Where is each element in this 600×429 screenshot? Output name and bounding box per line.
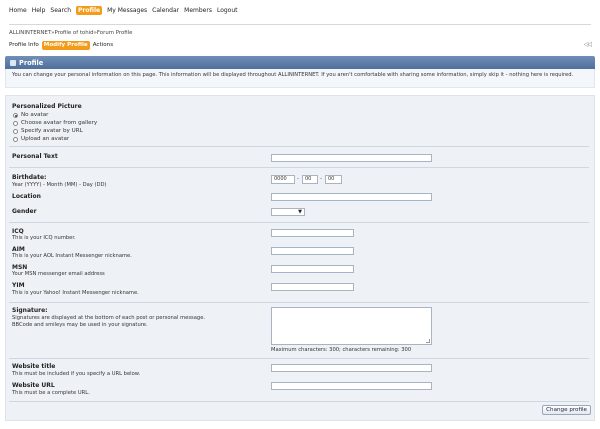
personal-text-label: Personal Text [12,153,58,160]
msn-label: MSN [12,264,28,271]
website-url-label: Website URL [12,382,55,389]
collapse-icon[interactable]: ◁◁ [584,41,592,48]
nav-search[interactable]: Search [50,6,71,15]
msn-input[interactable] [271,265,354,273]
birthdate-hint: Year (YYYY) - Month (MM) - Day (DD) [12,182,107,188]
divider [9,222,589,223]
avatar-option-label: No avatar [21,112,49,118]
aim-input[interactable] [271,247,354,255]
breadcrumb: ALLININTERNET » Profile of tohid » Forum… [9,30,132,36]
nav-calendar[interactable]: Calendar [152,6,179,15]
birthdate-label: Birthdate: [12,174,47,181]
icq-label: ICQ [12,228,24,235]
date-separator: - [297,176,300,182]
date-separator: - [320,176,323,182]
radio-icon[interactable] [13,128,18,134]
info-description: You can change your personal information… [5,69,595,88]
breadcrumb-forum-profile[interactable]: Forum Profile [97,30,133,36]
radio-icon[interactable] [13,120,18,126]
avatar-option-label: Specify avatar by URL [21,128,83,134]
chevron-down-icon[interactable]: ▼ [298,209,302,216]
section-header: Profile [5,56,595,69]
gender-label: Gender [12,208,37,215]
divider [9,24,591,25]
avatar-option-url[interactable]: Specify avatar by URL [13,128,83,134]
avatar-option-upload[interactable]: Upload an avatar [13,136,69,142]
personal-text-input[interactable] [271,154,432,162]
nav-profile[interactable]: Profile [76,6,103,15]
signature-counter: Maximum characters: 300; characters rema… [271,347,412,353]
website-title-hint: This must be included if you specify a U… [12,371,141,377]
yim-label: YIM [12,282,25,289]
website-title-label: Website title [12,363,56,370]
yim-hint: This is your Yahoo! Instant Messenger ni… [12,290,139,296]
msn-hint: Your MSN messenger email address [12,271,105,277]
avatar-option-gallery[interactable]: Choose avatar from gallery [13,120,97,126]
tab-modify-profile[interactable]: Modify Profile [41,41,90,50]
signature-hint: BBCode and smileys may be used in your s… [12,322,148,328]
icq-hint: This is your ICQ number. [12,235,76,241]
website-title-input[interactable] [271,364,432,372]
profile-subtabs: Profile Info Modify Profile Actions [9,41,116,50]
divider [9,302,589,303]
aim-hint: This is your AOL Instant Messenger nickn… [12,253,132,259]
gender-select[interactable]: ▼ [271,208,305,216]
divider [9,146,589,147]
birthdate-year-input[interactable]: 0000 [271,175,295,184]
resize-handle-icon[interactable] [426,339,430,343]
nav-logout[interactable]: Logout [217,6,238,15]
radio-icon[interactable] [13,136,18,142]
breadcrumb-forum[interactable]: ALLININTERNET [9,30,51,36]
nav-help[interactable]: Help [32,6,46,15]
aim-label: AIM [12,246,25,253]
top-navigation: Home Help Search Profile My Messages Cal… [9,6,243,15]
location-label: Location [12,193,41,200]
tab-actions[interactable]: Actions [93,41,113,50]
avatar-option-label: Choose avatar from gallery [21,120,98,126]
birthdate-month-input[interactable]: 00 [302,175,318,184]
website-url-hint: This must be a complete URL. [12,390,90,396]
avatar-label: Personalized Picture [12,103,82,110]
birthdate-day-input[interactable]: 00 [325,175,342,184]
breadcrumb-profile[interactable]: Profile of tohid [54,30,93,36]
signature-label: Signature: [12,307,48,314]
divider [9,401,589,402]
section-title: Profile [19,58,44,67]
radio-icon[interactable] [13,112,18,118]
signature-hint: Signatures are displayed at the bottom o… [12,315,206,321]
divider [9,358,589,359]
location-input[interactable] [271,193,432,201]
avatar-option-label: Upload an avatar [21,136,70,142]
profile-icon [10,59,16,66]
change-profile-button[interactable]: Change profile [542,405,591,415]
tab-profile-info[interactable]: Profile Info [9,41,39,50]
avatar-option-none[interactable]: No avatar [13,112,48,118]
nav-members[interactable]: Members [184,6,212,15]
yim-input[interactable] [271,283,354,291]
signature-textarea[interactable] [271,307,432,345]
nav-home[interactable]: Home [9,6,27,15]
divider [9,167,589,168]
nav-my-messages[interactable]: My Messages [107,6,147,15]
icq-input[interactable] [271,229,354,237]
website-url-input[interactable] [271,382,432,390]
